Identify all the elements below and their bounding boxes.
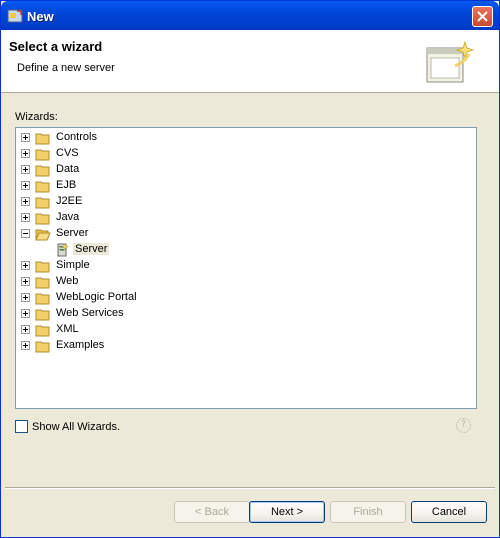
expand-icon[interactable] xyxy=(21,165,30,174)
expand-icon[interactable] xyxy=(21,181,30,190)
folder-icon xyxy=(35,261,50,273)
tree-item-label: Data xyxy=(56,163,80,175)
help-icon[interactable]: ? xyxy=(456,418,471,433)
tree-item-weblogic-portal[interactable]: WebLogic Portal xyxy=(16,290,476,306)
next-button[interactable]: Next > xyxy=(249,501,325,523)
wizard-banner: Select a wizard Define a new server xyxy=(1,30,499,93)
folder-icon xyxy=(35,309,50,321)
folder-icon xyxy=(35,325,50,337)
server-wizard-icon xyxy=(57,243,69,257)
finish-button[interactable]: Finish xyxy=(330,501,406,523)
window-title: New xyxy=(27,9,54,24)
folder-icon xyxy=(35,341,50,353)
new-wizard-app-icon xyxy=(7,9,23,23)
banner-title: Select a wizard xyxy=(9,39,103,54)
tree-item-data[interactable]: Data xyxy=(16,162,476,178)
expand-icon[interactable] xyxy=(21,261,30,270)
collapse-icon[interactable] xyxy=(21,229,30,238)
open-folder-icon xyxy=(35,229,51,241)
close-icon xyxy=(477,11,488,22)
tree-item-server-category[interactable]: Server xyxy=(16,226,476,242)
tree-item-label: Simple xyxy=(56,259,90,271)
show-all-wizards-label: Show All Wizards. xyxy=(32,420,121,433)
tree-item-java[interactable]: Java xyxy=(16,210,476,226)
folder-icon xyxy=(35,181,50,193)
tree-item-cvs[interactable]: CVS xyxy=(16,146,476,162)
tree-item-simple[interactable]: Simple xyxy=(16,258,476,274)
wizards-tree[interactable]: Controls CVS Data EJB J2EE Java Server S… xyxy=(15,127,477,409)
expand-icon[interactable] xyxy=(21,309,30,318)
new-wizard-dialog: New Select a wizard Define a new server … xyxy=(0,0,500,538)
tree-item-label: XML xyxy=(56,323,79,335)
expand-icon[interactable] xyxy=(21,277,30,286)
expand-icon[interactable] xyxy=(21,293,30,302)
folder-icon xyxy=(35,293,50,305)
tree-item-label: J2EE xyxy=(56,195,83,207)
expand-icon[interactable] xyxy=(21,325,30,334)
tree-item-label: Web xyxy=(56,275,79,287)
expand-icon[interactable] xyxy=(21,213,30,222)
folder-icon xyxy=(35,133,50,145)
close-button[interactable] xyxy=(472,6,493,27)
show-all-wizards-checkbox[interactable] xyxy=(15,420,28,433)
folder-icon xyxy=(35,165,50,177)
expand-icon[interactable] xyxy=(21,341,30,350)
tree-item-web-services[interactable]: Web Services xyxy=(16,306,476,322)
expand-icon[interactable] xyxy=(21,197,30,206)
tree-item-j2ee[interactable]: J2EE xyxy=(16,194,476,210)
folder-icon xyxy=(35,197,50,209)
cancel-button[interactable]: Cancel xyxy=(411,501,487,523)
title-bar[interactable]: New xyxy=(1,1,499,30)
tree-item-label: Controls xyxy=(56,131,97,143)
tree-item-label: WebLogic Portal xyxy=(56,291,137,303)
tree-item-examples[interactable]: Examples xyxy=(16,338,476,354)
tree-item-label: Java xyxy=(56,211,80,223)
tree-item-label: Web Services xyxy=(56,307,124,319)
tree-item-label: EJB xyxy=(56,179,77,191)
back-button[interactable]: < Back xyxy=(174,501,250,523)
tree-item-label: Server xyxy=(56,227,89,239)
button-bar-separator xyxy=(5,487,495,489)
banner-description: Define a new server xyxy=(17,62,115,74)
folder-icon xyxy=(35,149,50,161)
expand-icon[interactable] xyxy=(21,133,30,142)
tree-item-label: CVS xyxy=(56,147,79,159)
expand-icon[interactable] xyxy=(21,149,30,158)
wizards-label: Wizards: xyxy=(15,111,58,123)
new-wizard-banner-icon xyxy=(426,40,475,83)
folder-icon xyxy=(35,213,50,225)
tree-item-server-wizard[interactable]: Server xyxy=(16,242,476,258)
folder-icon xyxy=(35,277,50,289)
tree-item-web[interactable]: Web xyxy=(16,274,476,290)
tree-item-label: Examples xyxy=(56,339,105,351)
tree-item-controls[interactable]: Controls xyxy=(16,130,476,146)
show-all-wizards-option[interactable]: Show All Wizards. xyxy=(15,420,120,433)
tree-item-ejb[interactable]: EJB xyxy=(16,178,476,194)
tree-item-label: Server xyxy=(73,243,110,255)
tree-item-xml[interactable]: XML xyxy=(16,322,476,338)
